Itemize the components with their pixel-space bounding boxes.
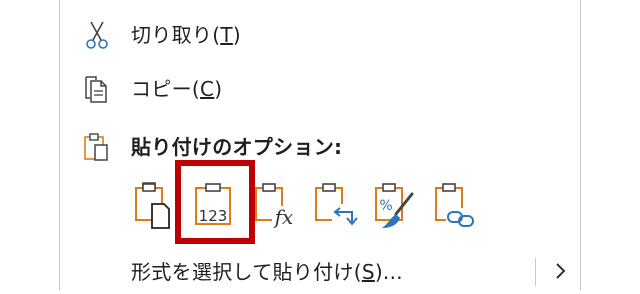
chevron-right-icon[interactable] (551, 259, 571, 283)
paste-link-button[interactable] (432, 180, 480, 232)
paste-transpose-button[interactable] (312, 180, 360, 232)
submenu-divider (535, 258, 536, 286)
paste-formatting-button[interactable]: % (372, 180, 420, 232)
clipboard-icon (82, 132, 112, 162)
copy-label: コピー(C) (131, 77, 223, 101)
formulas-icon-text: fx (273, 205, 294, 229)
copy-menu-item[interactable]: コピー(C) (60, 68, 580, 108)
formatting-icon-text: % (379, 198, 392, 214)
paste-options-label: 貼り付けのオプション: (131, 135, 343, 159)
cut-menu-item[interactable]: 切り取り(T) (60, 14, 580, 54)
context-menu: 切り取り(T) コピー(C) 貼り付けのオプション: 123 fx % 形式を選… (59, 0, 581, 290)
paste-options-header: 貼り付けのオプション: (60, 126, 580, 166)
scissors-icon (82, 20, 112, 50)
copy-icon (82, 74, 112, 104)
paste-special-menu-item[interactable]: 形式を選択して貼り付け(S)... (60, 254, 580, 294)
highlight-box (175, 160, 255, 244)
paste-special-label: 形式を選択して貼り付け(S)... (131, 260, 403, 284)
cut-label: 切り取り(T) (131, 23, 241, 47)
paste-keep-source-button[interactable] (132, 180, 180, 232)
paste-formulas-button[interactable]: fx (252, 180, 300, 232)
